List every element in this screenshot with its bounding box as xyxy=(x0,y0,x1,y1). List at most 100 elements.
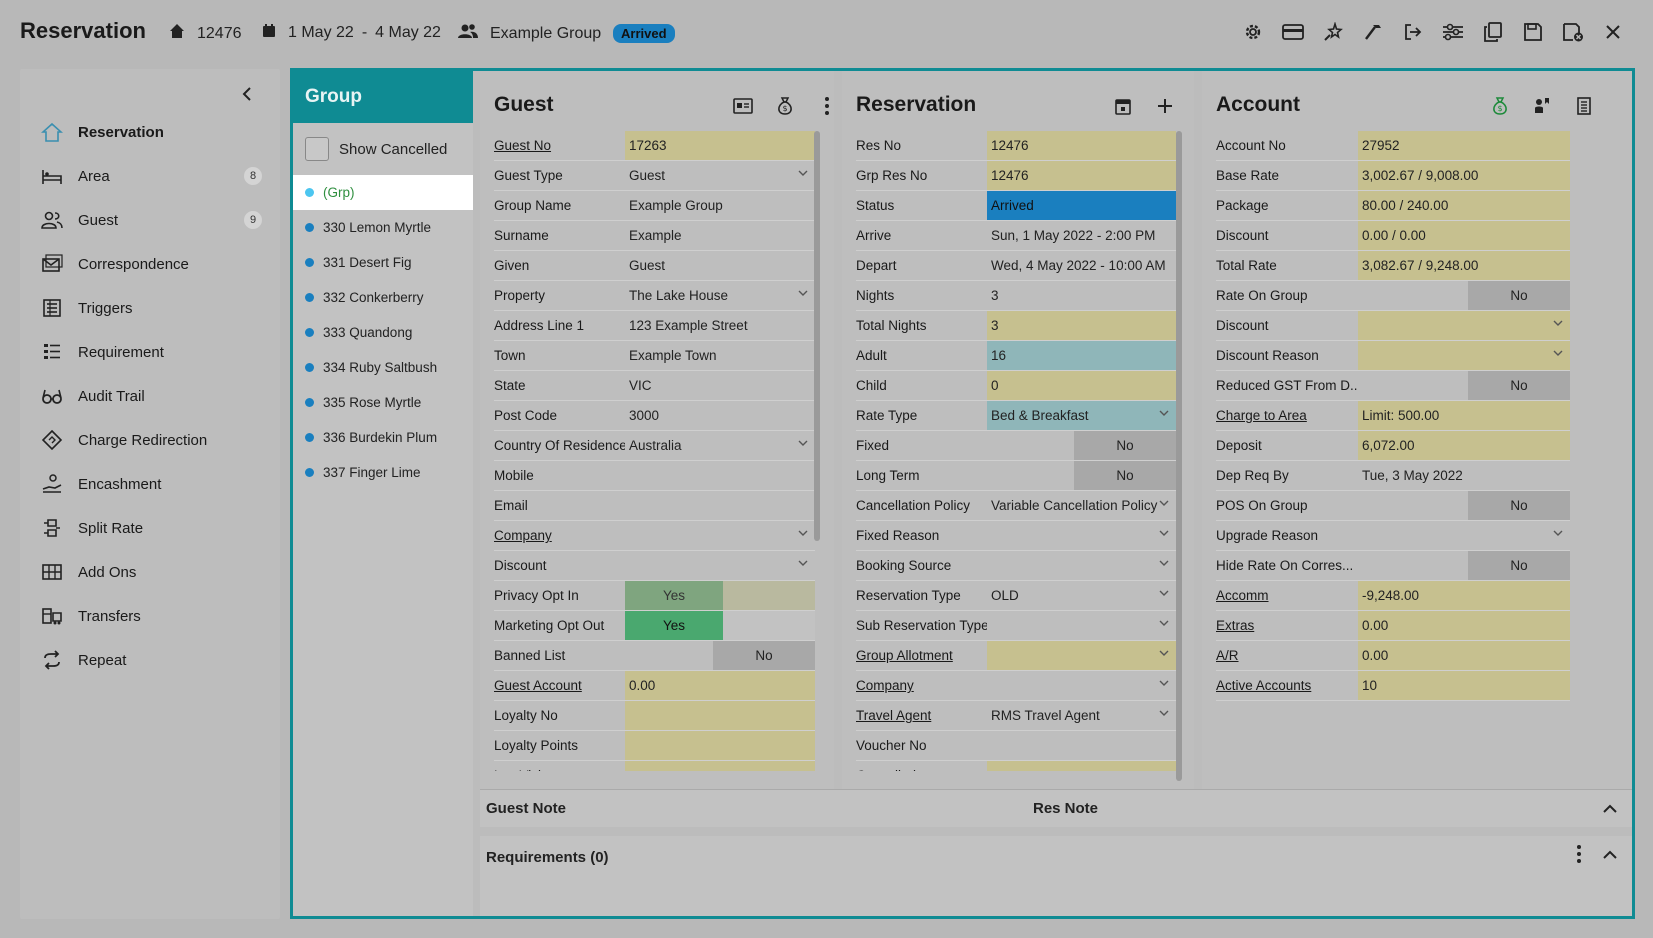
toggle-value[interactable]: No xyxy=(1468,491,1570,520)
gear-icon[interactable] xyxy=(1241,20,1265,44)
field-label[interactable]: Accomm xyxy=(1216,581,1358,610)
value-field[interactable] xyxy=(625,521,815,550)
field-label[interactable]: Guest Account xyxy=(494,671,625,700)
sliders-icon[interactable] xyxy=(1441,20,1465,44)
value-field[interactable]: 6,072.00 xyxy=(1358,431,1570,460)
value-field[interactable]: Example Group xyxy=(625,191,815,220)
value-field[interactable]: Guest xyxy=(625,161,815,190)
value-field[interactable]: 0.00 xyxy=(625,671,815,700)
sidebar-item-requirement[interactable]: Requirement xyxy=(40,337,262,367)
sidebar-item-area[interactable]: Area 8 xyxy=(40,161,262,191)
value-field[interactable]: 123 Example Street xyxy=(625,311,815,340)
value-field[interactable] xyxy=(625,731,815,760)
sidebar-item-repeat[interactable]: Repeat xyxy=(40,645,262,675)
sidebar-item-audit-trail[interactable]: Audit Trail xyxy=(40,381,262,411)
show-cancelled-checkbox[interactable] xyxy=(305,137,329,161)
group-list-item[interactable]: 336 Burdekin Plum xyxy=(293,420,473,455)
value-field[interactable] xyxy=(625,491,815,520)
chevron-down-icon[interactable] xyxy=(797,287,809,302)
sidebar-item-correspondence[interactable]: Correspondence xyxy=(40,249,262,279)
calendar-icon[interactable] xyxy=(1112,95,1134,117)
sidebar-item-charge-redirection[interactable]: Charge Redirection xyxy=(40,425,262,455)
sidebar-item-triggers[interactable]: Triggers xyxy=(40,293,262,323)
value-field[interactable]: 0.00 xyxy=(1358,641,1570,670)
value-field[interactable]: Example xyxy=(625,221,815,250)
receipt-icon[interactable] xyxy=(1573,95,1595,117)
toggle-value[interactable]: No xyxy=(1074,461,1176,490)
value-field[interactable]: 3,002.67 / 9,008.00 xyxy=(1358,161,1570,190)
value-field[interactable]: RMS Travel Agent xyxy=(987,701,1176,730)
toggle-value[interactable]: No xyxy=(713,641,815,670)
value-field[interactable]: Limit: 500.00 xyxy=(1358,401,1570,430)
field-label[interactable]: Active Accounts xyxy=(1216,671,1358,700)
field-label[interactable]: Travel Agent xyxy=(856,701,987,730)
value-field[interactable]: Wed, 4 May 2022 - 10:00 AM xyxy=(987,251,1176,280)
value-field[interactable] xyxy=(987,671,1176,700)
value-field[interactable] xyxy=(987,641,1176,670)
value-field[interactable]: 12476 xyxy=(987,131,1176,160)
chevron-down-icon[interactable] xyxy=(1552,527,1564,542)
chevron-down-icon[interactable] xyxy=(1158,677,1170,692)
group-list-item[interactable]: 330 Lemon Myrtle xyxy=(293,210,473,245)
field-label[interactable]: Guest No xyxy=(494,131,625,160)
field-label[interactable]: Group Allotment xyxy=(856,641,987,670)
person-bookmark-icon[interactable] xyxy=(1531,95,1553,117)
guest-scrollbar[interactable] xyxy=(814,131,820,541)
chevron-down-icon[interactable] xyxy=(1158,557,1170,572)
value-field[interactable] xyxy=(987,521,1176,550)
sidebar-item-encashment[interactable]: Encashment xyxy=(40,469,262,499)
guest-note-title[interactable]: Guest Note xyxy=(486,800,566,817)
value-field[interactable]: 0.00 xyxy=(1358,611,1570,640)
value-field[interactable]: Tue, 3 May 2022 xyxy=(1358,461,1570,490)
chevron-up-icon[interactable] xyxy=(1602,801,1618,822)
show-cancelled-toggle[interactable]: Show Cancelled xyxy=(293,123,473,175)
toggle-value[interactable]: No xyxy=(1074,431,1176,460)
reservation-scrollbar[interactable] xyxy=(1176,131,1182,781)
value-field[interactable]: 10 xyxy=(1358,671,1570,700)
chevron-down-icon[interactable] xyxy=(1158,527,1170,542)
field-label[interactable]: Extras xyxy=(1216,611,1358,640)
value-field[interactable]: 16 xyxy=(987,341,1176,370)
value-field[interactable]: 27952 xyxy=(1358,131,1570,160)
group-list-item[interactable]: (Grp) xyxy=(293,175,473,210)
value-field[interactable] xyxy=(1358,521,1570,550)
value-field[interactable]: 3,082.67 / 9,248.00 xyxy=(1358,251,1570,280)
field-label[interactable]: Company xyxy=(856,671,987,700)
chevron-down-icon[interactable] xyxy=(797,167,809,182)
value-field[interactable]: VIC xyxy=(625,371,815,400)
save-close-icon[interactable] xyxy=(1561,20,1585,44)
exit-icon[interactable] xyxy=(1401,20,1425,44)
id-card-icon[interactable] xyxy=(732,95,754,117)
toggle-no[interactable] xyxy=(723,611,815,640)
chevron-down-icon[interactable] xyxy=(1158,647,1170,662)
chevron-down-icon[interactable] xyxy=(1158,407,1170,422)
value-field[interactable] xyxy=(987,731,1176,760)
value-field[interactable] xyxy=(987,551,1176,580)
chevron-down-icon[interactable] xyxy=(797,557,809,572)
value-field[interactable]: Bed & Breakfast xyxy=(987,401,1176,430)
value-field[interactable]: -9,248.00 xyxy=(1358,581,1570,610)
hammer-icon[interactable] xyxy=(1361,20,1385,44)
chevron-down-icon[interactable] xyxy=(1158,707,1170,722)
sidebar-item-transfers[interactable]: Transfers xyxy=(40,601,262,631)
field-label[interactable]: A/R xyxy=(1216,641,1358,670)
group-list-item[interactable]: 333 Quandong xyxy=(293,315,473,350)
save-icon[interactable] xyxy=(1521,20,1545,44)
value-field[interactable] xyxy=(1358,341,1570,370)
sidebar-item-guest[interactable]: Guest 9 xyxy=(40,205,262,235)
value-field[interactable] xyxy=(625,761,815,771)
value-field[interactable]: 3 xyxy=(987,281,1176,310)
value-field[interactable] xyxy=(987,611,1176,640)
value-field[interactable]: OLD xyxy=(987,581,1176,610)
group-list-item[interactable]: 331 Desert Fig xyxy=(293,245,473,280)
money-bag-icon[interactable]: $ xyxy=(774,95,796,117)
sidebar-item-split-rate[interactable]: Split Rate xyxy=(40,513,262,543)
value-field[interactable]: Example Town xyxy=(625,341,815,370)
value-field[interactable]: Variable Cancellation Policy xyxy=(987,491,1176,520)
chevron-left-icon[interactable] xyxy=(236,83,258,105)
card-icon[interactable] xyxy=(1281,20,1305,44)
value-field[interactable]: 0 xyxy=(987,371,1176,400)
value-field[interactable]: The Lake House xyxy=(625,281,815,310)
star-wand-icon[interactable] xyxy=(1321,20,1345,44)
sidebar-item-reservation[interactable]: Reservation xyxy=(40,117,262,147)
